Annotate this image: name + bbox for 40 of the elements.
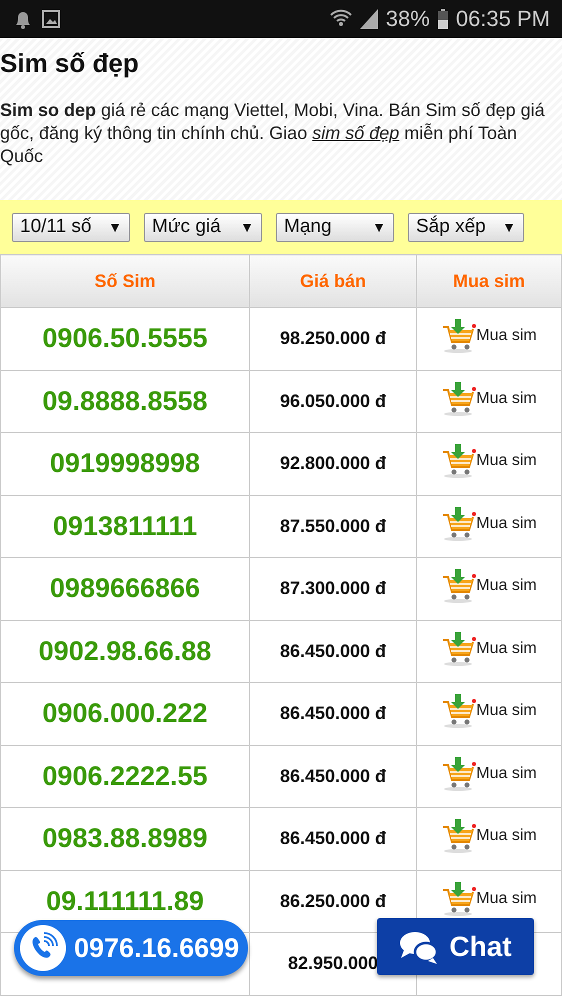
price-text: 92.800.000 đ bbox=[280, 453, 386, 474]
price-text: 82.950.000 bbox=[288, 953, 378, 974]
cart-icon[interactable] bbox=[441, 443, 478, 480]
phone-icon bbox=[20, 925, 66, 971]
filter-dropdown[interactable]: 10/11 số ▼ bbox=[12, 212, 130, 242]
price-text: 86.450.000 đ bbox=[280, 828, 386, 848]
price-text: 96.050.000 đ bbox=[280, 390, 386, 411]
cart-icon[interactable] bbox=[441, 880, 478, 917]
cart-icon[interactable] bbox=[441, 630, 478, 667]
battery-percent: 38% bbox=[386, 6, 430, 32]
cart-icon[interactable] bbox=[441, 756, 478, 792]
cart-icon[interactable] bbox=[441, 693, 478, 730]
intro-text: Sim so dep giá rẻ các mạng Viettel, Mobi, Vina. Bán Sim số đẹp giá gốc, đăng ký thông tin chính chủ. Giao sim số đẹp miễn phí Toàn Quốc bbox=[0, 99, 546, 168]
sim-link[interactable]: sim số đẹp bbox=[312, 123, 400, 143]
signal-icon bbox=[360, 9, 378, 29]
price-text: 86.250.000 đ bbox=[280, 890, 386, 911]
chat-button[interactable]: Chat bbox=[377, 918, 534, 975]
price-text: 86.450.000 đ bbox=[280, 640, 386, 661]
page-title: Sim số đẹp bbox=[0, 48, 139, 79]
price-text: 87.300.000 đ bbox=[280, 578, 386, 598]
column-header: Giá bán bbox=[250, 254, 416, 308]
price-text: 86.450.000 đ bbox=[280, 766, 386, 786]
column-header: Số Sim bbox=[0, 254, 250, 308]
price-text: 86.450.000 đ bbox=[280, 703, 386, 724]
filter-dropdown[interactable]: Sắp xếp ▼ bbox=[408, 212, 524, 242]
cart-icon[interactable] bbox=[441, 568, 478, 604]
image-icon bbox=[42, 10, 60, 28]
price-text: 98.250.000 đ bbox=[280, 328, 386, 348]
cart-icon[interactable] bbox=[441, 318, 478, 354]
column-header: Mua sim bbox=[416, 254, 562, 308]
cart-icon[interactable] bbox=[441, 506, 478, 542]
chat-bubbles-icon bbox=[399, 930, 440, 964]
price-text: 87.550.000 đ bbox=[280, 516, 386, 536]
filter-dropdown[interactable]: Mức giá ▼ bbox=[144, 212, 262, 242]
clock-time: 06:35 PM bbox=[456, 6, 550, 32]
filter-dropdown[interactable]: Mạng ▼ bbox=[276, 212, 394, 242]
cart-icon[interactable] bbox=[441, 380, 478, 417]
cart-icon[interactable] bbox=[441, 818, 478, 854]
battery-icon bbox=[438, 9, 448, 29]
call-button[interactable]: 0976.16.6699 bbox=[14, 920, 248, 976]
